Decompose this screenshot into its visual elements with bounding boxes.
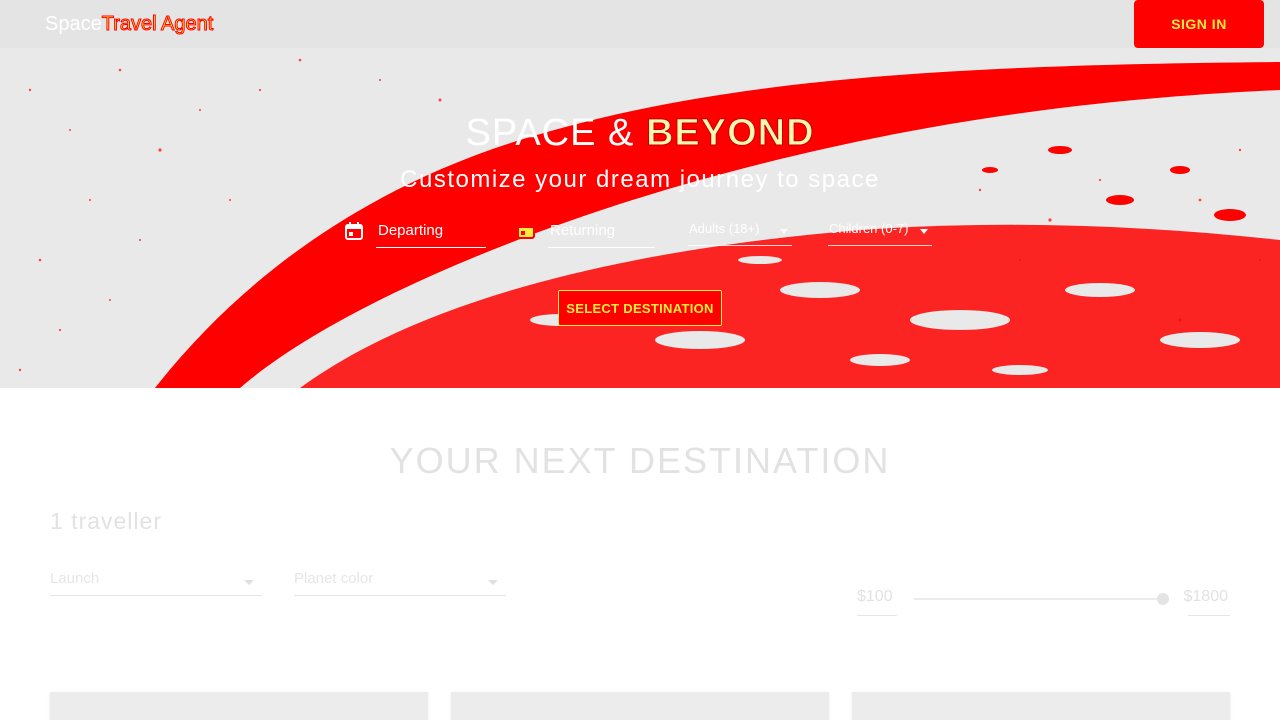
children-label: Children (0-7) xyxy=(829,221,909,236)
top-app-bar: SpaceTravel Agent SIGN IN xyxy=(0,0,1280,48)
chevron-down-icon xyxy=(488,580,498,585)
destination-card[interactable] xyxy=(50,692,428,720)
hero-banner xyxy=(0,0,1280,388)
chevron-down-icon xyxy=(920,229,928,234)
chevron-down-icon xyxy=(780,229,788,234)
returning-date-field[interactable]: Returning xyxy=(548,218,655,248)
children-select[interactable]: Children (0-7) xyxy=(828,220,932,246)
section-title: YOUR NEXT DESTINATION xyxy=(389,440,891,481)
launch-filter-select[interactable]: Launch xyxy=(50,566,262,596)
planet-color-filter-label: Planet color xyxy=(294,570,374,587)
brand-prefix: Space xyxy=(45,13,102,35)
hero-title: SPACE & BEYOND xyxy=(0,112,1280,155)
select-destination-button[interactable]: SELECT DESTINATION xyxy=(558,290,722,326)
price-range-slider-thumb[interactable] xyxy=(1157,593,1169,605)
adults-label: Adults (18+) xyxy=(689,221,760,236)
brand-suffix: Travel Agent xyxy=(101,13,214,36)
price-max-label: $1800 xyxy=(1183,588,1229,605)
returning-label: Returning xyxy=(550,222,616,239)
departing-date-field[interactable]: Departing xyxy=(376,218,486,248)
price-range-slider-track[interactable] xyxy=(914,598,1166,600)
destination-card[interactable] xyxy=(451,692,829,720)
launch-filter-label: Launch xyxy=(50,570,100,587)
planet-color-filter-select[interactable]: Planet color xyxy=(294,566,506,596)
destination-card[interactable] xyxy=(852,692,1230,720)
calendar-icon[interactable] xyxy=(516,220,536,240)
planet-arc-image xyxy=(18,58,1280,388)
adults-select[interactable]: Adults (18+) xyxy=(688,220,792,246)
departing-label: Departing xyxy=(378,222,444,239)
price-min-label: $100 xyxy=(857,588,893,605)
calendar-icon[interactable] xyxy=(344,221,364,241)
sign-in-button[interactable]: SIGN IN xyxy=(1134,0,1264,48)
hero-title-strong: BEYOND xyxy=(645,112,815,155)
traveller-count: 1 traveller xyxy=(50,508,162,534)
chevron-down-icon xyxy=(244,580,254,585)
hero-title-light: SPACE & xyxy=(465,112,646,154)
app-brand-logo[interactable]: SpaceTravel Agent xyxy=(45,12,214,36)
price-max-field[interactable]: $1800 xyxy=(1184,586,1230,616)
hero-subtitle: Customize your dream journey to space xyxy=(400,166,880,193)
price-min-field[interactable]: $100 xyxy=(857,586,897,616)
